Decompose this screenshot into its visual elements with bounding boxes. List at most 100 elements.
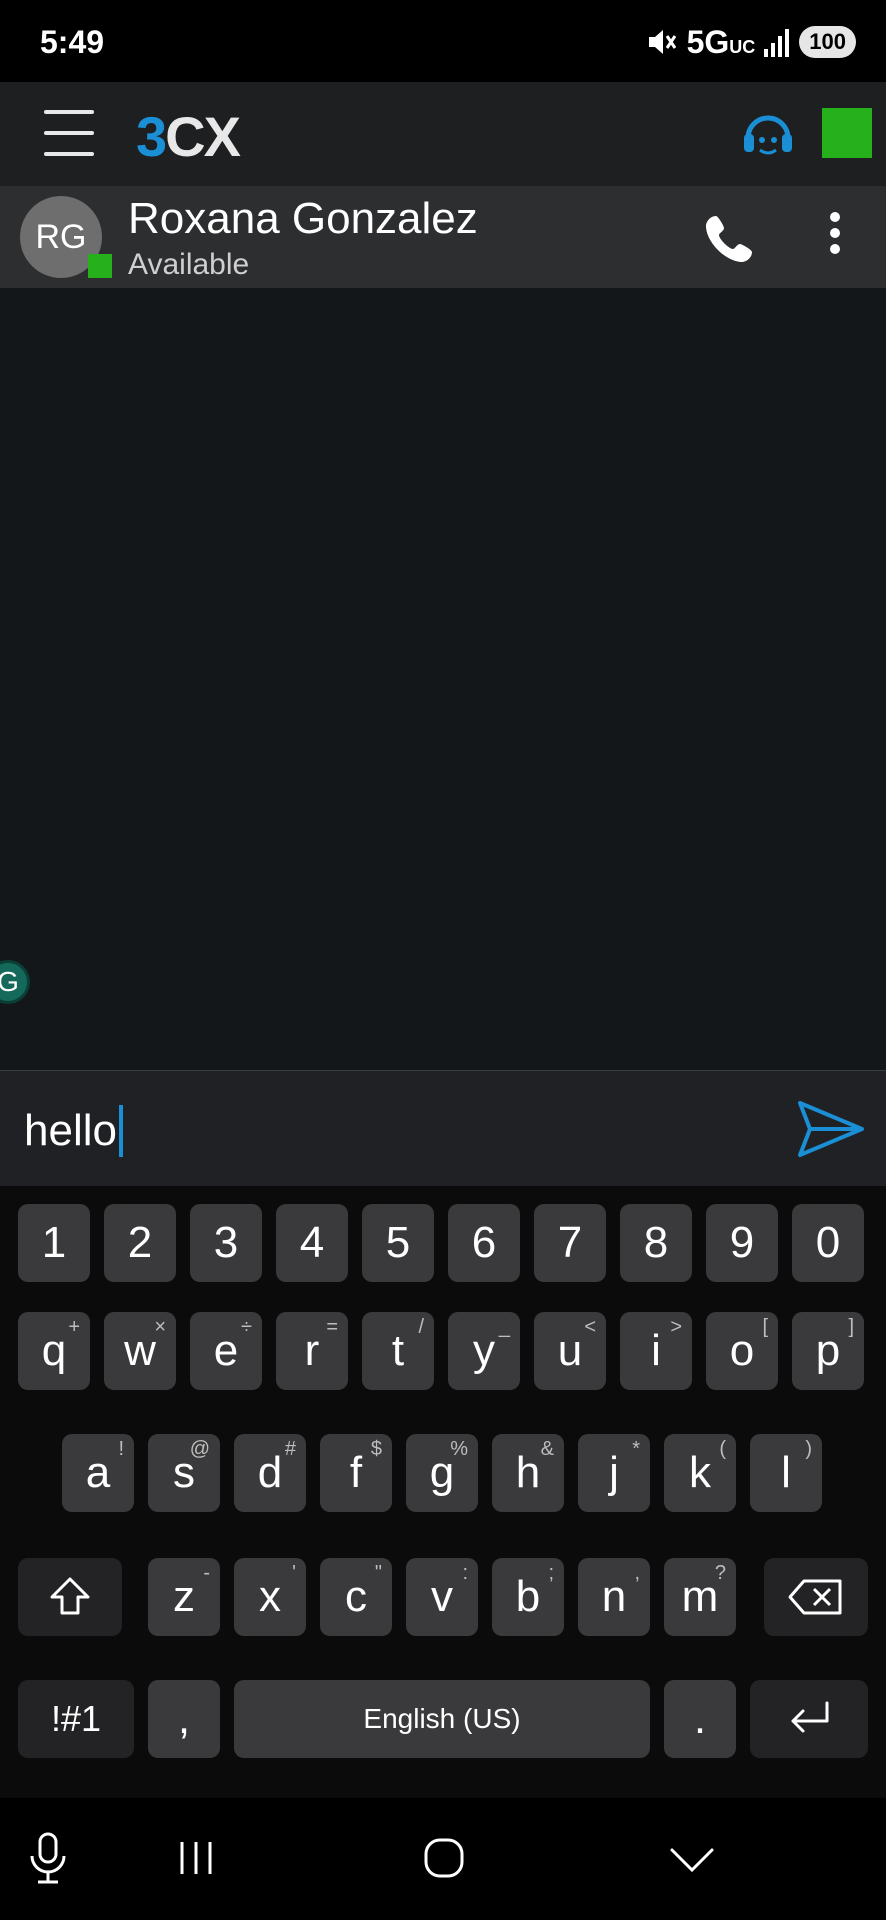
key-v-alt-label: :	[462, 1562, 468, 1584]
key-9-label: 9	[729, 1218, 755, 1267]
key-n[interactable]: n,	[578, 1558, 650, 1636]
key-w[interactable]: w ×	[104, 1312, 176, 1390]
key-b-alt-label: ;	[548, 1562, 554, 1584]
key-c-alt-label: "	[374, 1562, 382, 1584]
comma-key[interactable]: ,	[148, 1680, 220, 1758]
key-c[interactable]: c "	[320, 1558, 392, 1636]
key-l[interactable]: l)	[750, 1434, 822, 1512]
key-b[interactable]: b;	[492, 1558, 564, 1636]
symbols-key[interactable]: !#1	[18, 1680, 134, 1758]
home-icon[interactable]	[414, 1828, 474, 1888]
key-m-label: m	[681, 1572, 719, 1621]
key-o[interactable]: o[	[706, 1312, 778, 1390]
key-m[interactable]: m?	[664, 1558, 736, 1636]
key-f[interactable]: f $	[320, 1434, 392, 1512]
key-7-label: 7	[557, 1218, 583, 1267]
3cx-logo: 3CX	[136, 105, 241, 168]
key-5[interactable]: 5	[362, 1204, 434, 1282]
key-s[interactable]: s @	[148, 1434, 220, 1512]
contact-status: Available	[128, 248, 250, 281]
key-a-label: a	[85, 1448, 111, 1497]
key-p[interactable]: p]	[792, 1312, 864, 1390]
key-r-label: r	[304, 1326, 320, 1375]
key-z-alt-label: -	[203, 1562, 210, 1584]
key-g-alt-label: %	[450, 1438, 468, 1460]
key-2-label: 2	[127, 1218, 153, 1267]
key-k[interactable]: k(	[664, 1434, 736, 1512]
grammarly-icon[interactable]: G	[0, 960, 30, 1004]
key-9[interactable]: 9	[706, 1204, 778, 1282]
key-x[interactable]: x '	[234, 1558, 306, 1636]
key-w-alt-label: ×	[154, 1316, 166, 1338]
battery-indicator: 100	[799, 26, 856, 58]
space-key[interactable]: English (US)	[234, 1680, 650, 1758]
key-t-alt-label: /	[418, 1316, 424, 1338]
presence-status-button[interactable]	[822, 108, 872, 158]
key-i[interactable]: i >	[620, 1312, 692, 1390]
on-screen-keyboard: !#1 , English (US) . 1 2 3 4 5 6 7 8 9 0 q + w × e ÷ r = t…	[0, 1186, 886, 1798]
key-e[interactable]: e ÷	[190, 1312, 262, 1390]
key-z[interactable]: z-	[148, 1558, 220, 1636]
key-7[interactable]: 7	[534, 1204, 606, 1282]
key-y-alt-label: _	[498, 1316, 510, 1338]
key-y[interactable]: y _	[448, 1312, 520, 1390]
key-a[interactable]: a!	[62, 1434, 134, 1512]
back-chevron-down-icon[interactable]	[662, 1828, 722, 1888]
key-v[interactable]: v:	[406, 1558, 478, 1636]
key-f-alt-label: $	[370, 1438, 382, 1460]
key-i-label: i	[651, 1326, 661, 1375]
key-e-alt-label: ÷	[241, 1316, 252, 1338]
key-u-alt-label: <	[584, 1316, 596, 1338]
mute-icon	[648, 30, 676, 54]
key-h-alt-label: &	[540, 1438, 554, 1460]
key-x-label: x	[259, 1572, 281, 1621]
key-d-label: d	[257, 1448, 283, 1497]
key-0[interactable]: 0	[792, 1204, 864, 1282]
key-3[interactable]: 3	[190, 1204, 262, 1282]
headset-icon[interactable]	[740, 106, 796, 162]
microphone-icon[interactable]	[18, 1828, 78, 1888]
shift-icon	[50, 1577, 90, 1615]
status-time: 5:49	[40, 24, 105, 60]
key-d[interactable]: d #	[234, 1434, 306, 1512]
key-q[interactable]: q +	[18, 1312, 90, 1390]
key-r[interactable]: r =	[276, 1312, 348, 1390]
send-icon[interactable]	[796, 1097, 866, 1161]
key-g[interactable]: g%	[406, 1434, 478, 1512]
menu-icon[interactable]	[44, 110, 94, 156]
phone-icon[interactable]	[704, 212, 756, 264]
key-b-label: b	[515, 1572, 541, 1621]
key-y-label: y	[473, 1326, 495, 1375]
key-k-alt-label: (	[719, 1438, 726, 1460]
recent-apps-icon[interactable]	[166, 1828, 226, 1888]
key-8-label: 8	[643, 1218, 669, 1267]
message-input[interactable]: hello	[24, 1105, 123, 1157]
key-x-alt-label: '	[292, 1562, 296, 1584]
network-type: 5GUC	[686, 23, 756, 60]
enter-key[interactable]	[750, 1680, 868, 1758]
key-0-label: 0	[815, 1218, 841, 1267]
key-4[interactable]: 4	[276, 1204, 348, 1282]
backspace-key[interactable]	[764, 1558, 868, 1636]
key-j-label: j	[609, 1448, 619, 1497]
key-h[interactable]: h &	[492, 1434, 564, 1512]
key-p-label: p	[815, 1326, 841, 1375]
key-j[interactable]: j *	[578, 1434, 650, 1512]
key-u[interactable]: u <	[534, 1312, 606, 1390]
key-r-alt-label: =	[326, 1316, 338, 1338]
key-2[interactable]: 2	[104, 1204, 176, 1282]
key-t[interactable]: t /	[362, 1312, 434, 1390]
key-1[interactable]: 1	[18, 1204, 90, 1282]
key-h-label: h	[515, 1448, 541, 1497]
more-options-icon[interactable]	[818, 206, 852, 266]
key-s-alt-label: @	[189, 1438, 210, 1460]
key-6[interactable]: 6	[448, 1204, 520, 1282]
period-key[interactable]: .	[664, 1680, 736, 1758]
enter-icon	[791, 1701, 829, 1733]
key-8[interactable]: 8	[620, 1204, 692, 1282]
key-f-label: f	[349, 1448, 363, 1497]
key-p-alt-label: ]	[848, 1316, 854, 1338]
shift-key[interactable]	[18, 1558, 122, 1636]
contact-name: Roxana Gonzalez	[128, 194, 478, 243]
key-e-label: e	[213, 1326, 239, 1375]
